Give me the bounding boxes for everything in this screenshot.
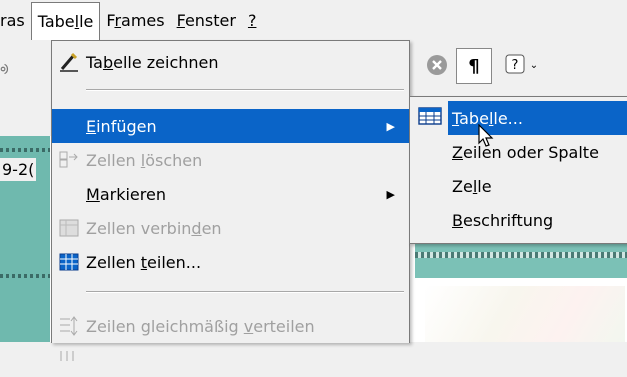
menu-separator (86, 89, 404, 91)
menu-item-cut-off (52, 343, 409, 377)
mouse-cursor-icon (478, 123, 494, 152)
help-button[interactable]: ? ⌄ (498, 48, 544, 82)
dotted-line (0, 274, 50, 278)
delete-cells-icon (58, 149, 80, 171)
menu-item-zellen-teilen[interactable]: Zellen teilen... (52, 245, 409, 279)
menu-extras[interactable]: ras (0, 2, 31, 40)
menu-tabelle[interactable]: Tabelle (30, 2, 101, 40)
chevron-down-icon: ⌄ (529, 59, 539, 71)
svg-text:?: ? (511, 58, 518, 73)
merge-cells-icon (58, 217, 80, 239)
einfuegen-submenu: Tabelle... Zeilen oder Spalte Zelle Besc… (409, 96, 627, 244)
decorative-image (425, 286, 625, 342)
tabelle-menu: Tabelle zeichnen Einfügen ▶ Zellen lösch… (51, 40, 410, 361)
pencil-icon (58, 51, 80, 73)
dotted-line (0, 148, 50, 152)
distribute-columns-icon (58, 349, 80, 371)
distribute-rows-icon (58, 315, 80, 337)
submenu-arrow-icon: ▶ (386, 187, 395, 201)
toolbar-partial-icon: ᢀ (0, 61, 9, 79)
menu-item-zellen-loeschen[interactable]: Zellen löschen (52, 143, 409, 177)
menu-item-zellen-verbinden[interactable]: Zellen verbinden (52, 211, 409, 245)
submenu-item-zeilen-oder-spalten[interactable]: Zeilen oder Spalte (410, 135, 627, 169)
submenu-item-zelle[interactable]: Zelle (410, 169, 627, 203)
split-cells-icon (58, 251, 80, 273)
help-icon: ? (505, 54, 525, 74)
menu-help[interactable]: ? (242, 2, 263, 40)
menu-item-zeilen-verteilen[interactable]: Zeilen gleichmäßig verteilen (52, 309, 409, 343)
menu-item-einfuegen[interactable]: Einfügen ▶ (52, 109, 409, 143)
doc-date-label: 9-2( (0, 158, 37, 181)
table-icon (418, 107, 442, 129)
menu-frames[interactable]: Frames (100, 2, 170, 40)
pilcrow-button[interactable]: ¶ (456, 48, 492, 84)
menu-separator (86, 291, 404, 293)
submenu-item-tabelle[interactable]: Tabelle... (448, 101, 627, 135)
menu-item-markieren[interactable]: Markieren ▶ (52, 177, 409, 211)
menubar: ras Tabelle Frames Fenster ? (0, 0, 627, 40)
cancel-icon[interactable] (422, 48, 452, 82)
submenu-item-beschriftung[interactable]: Beschriftung (410, 203, 627, 237)
submenu-arrow-icon: ▶ (386, 119, 395, 133)
menu-item-tabelle-zeichnen[interactable]: Tabelle zeichnen (52, 45, 409, 79)
menu-fenster[interactable]: Fenster (171, 2, 242, 40)
